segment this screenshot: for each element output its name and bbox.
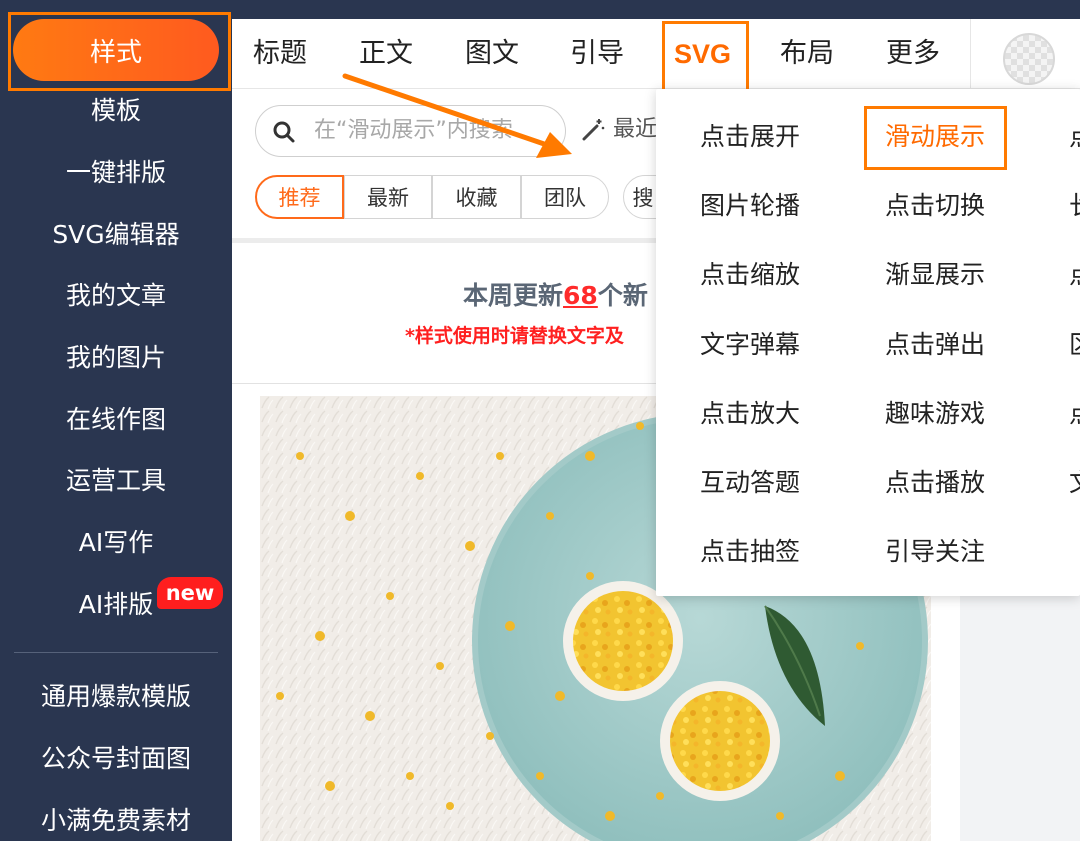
menu-item-click-switch[interactable]: 点击切换 [885,188,985,224]
menu-item-click-popup[interactable]: 点击弹出 [885,327,985,363]
menu-item-fun-games[interactable]: 趣味游戏 [885,396,985,432]
recent-button[interactable]: 最近 [613,115,657,145]
sidebar-item-templates[interactable]: 模板 [0,91,232,131]
menu-item-col3-5[interactable]: 点 [1069,396,1080,432]
sidebar-item-cover-image[interactable]: 公众号封面图 [0,739,232,779]
menu-item-slide-show[interactable]: 滑动展示 [885,119,985,155]
menu-item-col3-2[interactable]: 长 [1069,188,1080,224]
tab-body[interactable]: 正文 [359,36,413,72]
search-icon [273,121,295,143]
notice-prefix: 本周更新 [463,281,564,310]
sidebar-divider [14,652,218,653]
tab-title[interactable]: 标题 [253,36,307,72]
new-badge: new [157,577,223,609]
menu-item-click-expand[interactable]: 点击展开 [700,119,800,155]
right-gray-panel [960,595,1080,841]
notice-count[interactable]: 68 [563,281,598,310]
filter-recommended[interactable]: 推荐 [255,175,344,219]
sidebar: 样式 模板 一键排版 SVG编辑器 我的文章 我的图片 在线作图 运营工具 AI… [0,0,232,841]
sidebar-item-one-click-layout[interactable]: 一键排版 [0,153,232,193]
menu-item-interactive-quiz[interactable]: 互动答题 [700,465,800,501]
menu-item-click-enlarge[interactable]: 点击放大 [700,396,800,432]
menu-item-col3-4[interactable]: 区 [1069,327,1080,363]
filter-newest[interactable]: 最新 [344,175,432,219]
tab-svg[interactable]: SVG [674,36,731,72]
sidebar-item-free-assets[interactable]: 小满免费素材 [0,801,232,841]
weekly-update-notice: 本周更新68个新 [463,278,648,314]
notice-subtitle: *样式使用时请替换文字及 [405,325,624,347]
menu-item-col3-6[interactable]: 文 [1069,465,1080,501]
svg-dropdown-menu: 点击展开 图片轮播 点击缩放 文字弹幕 点击放大 互动答题 点击抽签 滑动展示 … [656,89,1080,596]
sidebar-item-my-articles[interactable]: 我的文章 [0,276,232,316]
tab-image-text[interactable]: 图文 [465,36,519,72]
tab-separator [970,19,971,89]
menu-item-click-draw-lot[interactable]: 点击抽签 [700,534,800,570]
avatar[interactable] [1003,33,1055,85]
menu-item-click-zoom[interactable]: 点击缩放 [700,257,800,293]
sidebar-item-ops-tools[interactable]: 运营工具 [0,461,232,501]
sidebar-item-popular-templates[interactable]: 通用爆款模版 [0,677,232,717]
tab-layout[interactable]: 布局 [780,36,834,72]
sidebar-item-online-drawing[interactable]: 在线作图 [0,400,232,440]
menu-item-click-play[interactable]: 点击播放 [885,465,985,501]
sidebar-item-styles[interactable]: 样式 [13,19,219,81]
filter-favorites[interactable]: 收藏 [432,175,521,219]
top-strip [232,0,1080,19]
menu-item-text-barrage[interactable]: 文字弹幕 [700,327,800,363]
sidebar-item-ai-writing[interactable]: AI写作 [0,523,232,563]
annotation-arrow [342,73,572,158]
menu-item-col3-3[interactable]: 点 [1069,257,1080,293]
notice-suffix: 个新 [597,281,648,310]
tab-guide[interactable]: 引导 [570,36,624,72]
menu-item-col3-1[interactable]: 点 [1069,119,1080,155]
sidebar-item-svg-editor[interactable]: SVG编辑器 [0,215,232,255]
tab-more[interactable]: 更多 [886,36,940,72]
filter-team[interactable]: 团队 [521,175,609,219]
menu-item-follow-guide[interactable]: 引导关注 [885,534,985,570]
sidebar-item-my-images[interactable]: 我的图片 [0,338,232,378]
menu-item-image-carousel[interactable]: 图片轮播 [700,188,800,224]
menu-item-fade-in[interactable]: 渐显展示 [885,257,985,293]
